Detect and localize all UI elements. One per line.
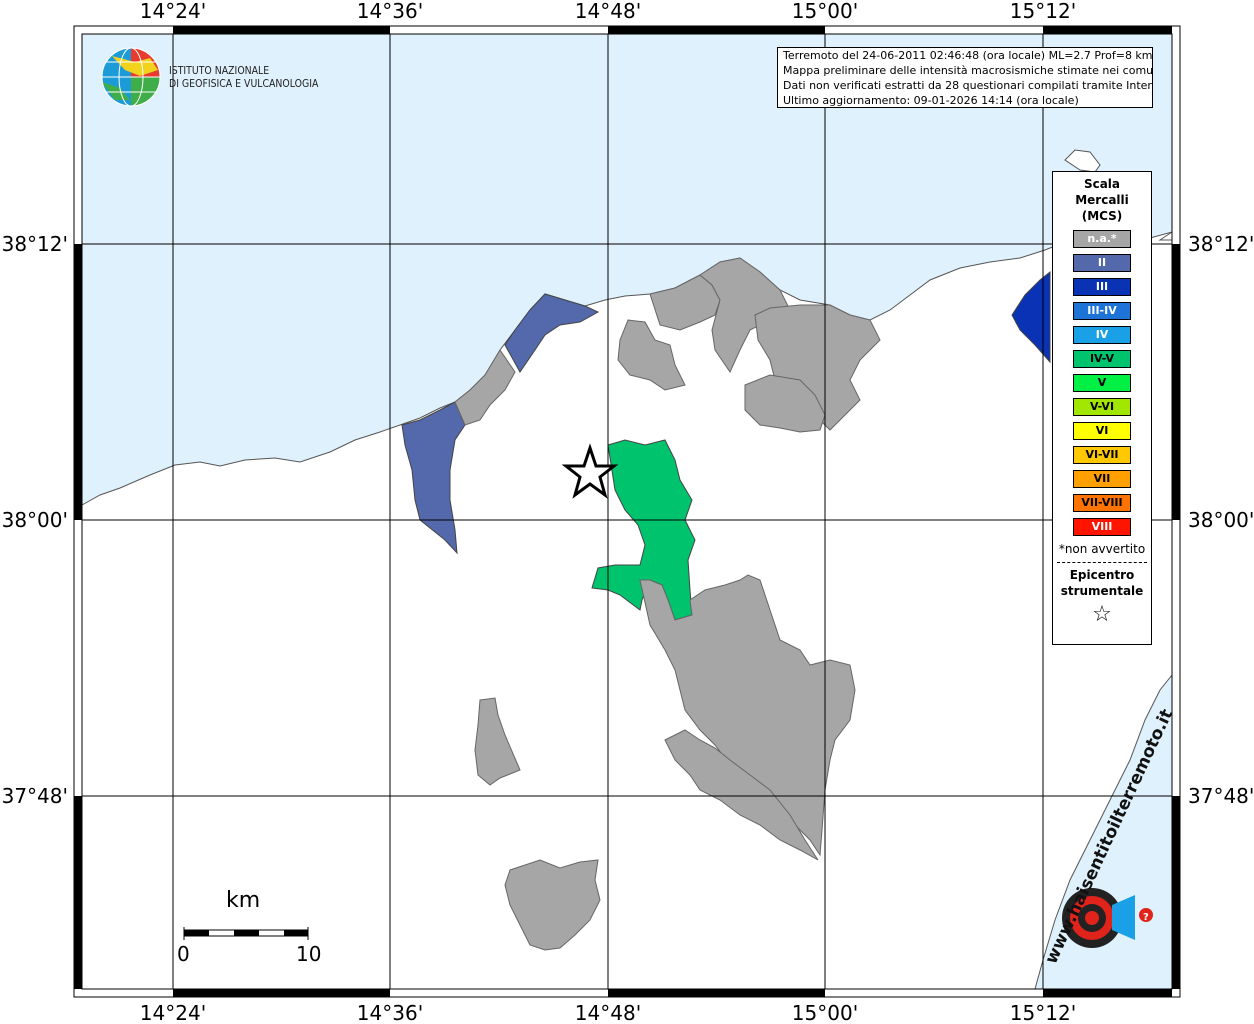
legend-swatch: IV-V [1073, 350, 1131, 368]
intensity-legend: Scala Mercalli (MCS) n.a.* II III III-IV IV I… [1052, 171, 1152, 645]
legend-items: n.a.* II III III-IV IV IV-V V V-VI VI VI-VII VII VI… [1053, 230, 1151, 536]
lon-label: 15°00' [792, 0, 858, 23]
lon-label: 14°48' [575, 0, 641, 23]
event-info-line3: Dati non verificati estratti da 28 quest… [783, 79, 1153, 92]
ingv-name-line1: ISTITUTO NAZIONALE [169, 64, 270, 77]
lat-label: 38°12' [2, 232, 68, 256]
legend-swatch: V-VI [1073, 398, 1131, 416]
legend-epicentre-line1: Epicentro [1069, 568, 1135, 582]
legend-swatch: IV [1073, 326, 1131, 344]
legend-star-icon: ☆ [1092, 602, 1112, 627]
ingv-globe-icon [101, 47, 161, 107]
legend-epicentre-line2: strumentale [1060, 584, 1144, 598]
event-info-box: Terremoto del 24-06-2011 02:46:48 (ora l… [777, 47, 1153, 108]
longitude-labels-top: 14°24' 14°36' 14°48' 15°00' 15°12' [140, 0, 1076, 23]
ingv-name-line2: DI GEOFISICA E VULCANOLOGIA [169, 77, 319, 90]
lon-label: 15°12' [1010, 1001, 1076, 1024]
lon-label: 15°00' [792, 1001, 858, 1024]
event-info-line2: Mappa preliminare delle intensità macros… [783, 64, 1153, 77]
legend-separator [1057, 562, 1147, 563]
legend-swatch: II [1073, 254, 1131, 272]
legend-swatch: VIII [1073, 518, 1131, 536]
legend-title-line1: Scala [1083, 177, 1121, 191]
scale-min: 0 [177, 942, 190, 966]
lat-label: 37°48' [2, 784, 68, 808]
lon-label: 14°24' [140, 0, 206, 23]
svg-text:?: ? [1143, 912, 1149, 923]
lon-label: 14°36' [357, 1001, 423, 1024]
event-info-line1: Terremoto del 24-06-2011 02:46:48 (ora l… [783, 49, 1153, 62]
legend-swatch: VII [1073, 470, 1131, 488]
lat-label: 38°00' [1188, 508, 1254, 532]
legend-title-line3: (MCS) [1081, 209, 1123, 223]
lat-label: 38°12' [1188, 232, 1254, 256]
ingv-name: ISTITUTO NAZIONALE DI GEOFISICA E VULCAN… [169, 64, 318, 90]
lon-label: 15°12' [1010, 0, 1076, 23]
lon-label: 14°36' [357, 0, 423, 23]
lat-label: 38°00' [2, 508, 68, 532]
legend-epicentre-label: Epicentro strumentale [1053, 567, 1151, 599]
latitude-labels-right: 38°12' 38°00' 37°48' [1188, 232, 1254, 808]
legend-swatch: III-IV [1073, 302, 1131, 320]
scale-max: 10 [296, 942, 322, 966]
legend-title: Scala Mercalli (MCS) [1053, 176, 1151, 224]
legend-swatch: III [1073, 278, 1131, 296]
lon-label: 14°48' [575, 1001, 641, 1024]
longitude-labels-bottom: 14°24' 14°36' 14°48' 15°00' 15°12' [140, 1001, 1076, 1024]
legend-note: *non avvertito [1058, 542, 1146, 556]
lon-label: 14°24' [140, 1001, 206, 1024]
legend-swatch: V [1073, 374, 1131, 392]
scale-unit: km [226, 888, 261, 913]
legend-swatch: n.a.* [1073, 230, 1131, 248]
legend-swatch: VII-VIII [1073, 494, 1131, 512]
lat-label: 37°48' [1188, 784, 1254, 808]
latitude-labels-left: 38°12' 38°00' 37°48' [2, 232, 68, 808]
legend-swatch: VI-VII [1073, 446, 1131, 464]
legend-swatch: VI [1073, 422, 1131, 440]
event-info-line4: Ultimo aggiornamento: 09-01-2026 14:14 (… [783, 94, 1079, 107]
legend-title-line2: Mercalli [1075, 193, 1129, 207]
